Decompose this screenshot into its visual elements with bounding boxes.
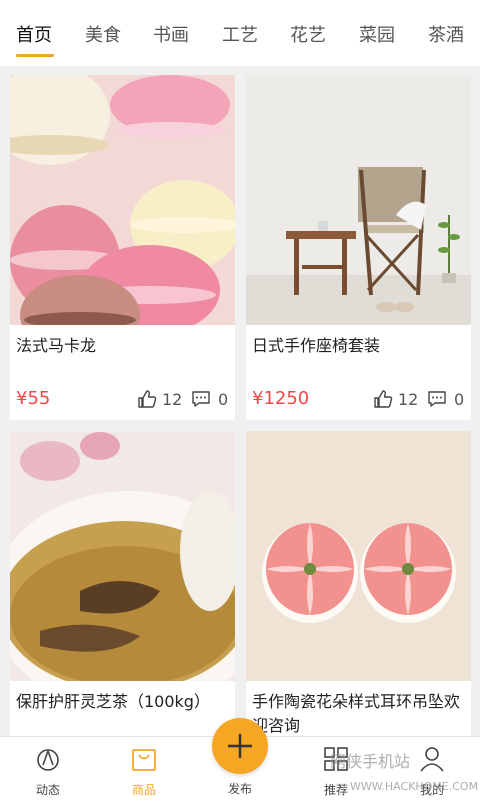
product-title: 法式马卡龙 <box>16 336 97 355</box>
plus-icon <box>228 734 252 758</box>
product-image-earrings[interactable] <box>246 431 471 681</box>
like-count-value: 12 <box>162 389 183 409</box>
product-title: 保肝护肝灵芝茶（100kg） <box>16 692 210 711</box>
active-tab-indicator <box>16 54 54 57</box>
dynamics-icon <box>37 748 59 771</box>
publish-button[interactable] <box>212 718 268 774</box>
tab-home[interactable]: 首页 <box>16 22 52 50</box>
product-card-earrings[interactable]: 手作陶瓷花朵样式耳环吊坠欢 迎咨询 <box>246 431 471 736</box>
watermark-brand: 网侠手机站 <box>330 752 411 771</box>
product-title: 手作陶瓷花朵样式耳环吊坠欢 <box>252 692 461 711</box>
tab-tea-wine[interactable]: 茶酒 <box>428 22 464 50</box>
user-icon <box>420 747 444 772</box>
tab-flowers[interactable]: 花艺 <box>290 22 326 50</box>
product-price: ¥1250 <box>252 388 310 409</box>
tab-craft[interactable]: 工艺 <box>222 22 258 50</box>
thumbs-up-icon[interactable] <box>372 388 394 410</box>
product-price: ¥55 <box>16 388 51 409</box>
tab-garden[interactable]: 菜园 <box>359 22 395 50</box>
tab-food[interactable]: 美食 <box>85 22 121 50</box>
product-card-macarons[interactable]: 法式马卡龙 ¥55 12 0 <box>10 75 235 420</box>
product-card-chair-set[interactable]: 日式手作座椅套装 ¥1250 12 0 <box>246 75 471 420</box>
watermark-url: WWW.HACKHOME.COM <box>350 780 479 793</box>
nav-dynamics-label: 动态 <box>35 783 60 797</box>
publish-label: 发布 <box>227 782 252 796</box>
comment-count[interactable]: 0 <box>190 387 228 411</box>
product-image-chair-set[interactable] <box>246 75 471 325</box>
shopping-bag-icon <box>132 749 156 771</box>
like-count-value: 12 <box>398 389 419 409</box>
product-card-tea[interactable]: 保肝护肝灵芝茶（100kg） <box>10 431 235 736</box>
comment-count[interactable]: 0 <box>426 387 464 411</box>
nav-goods[interactable]: 商品 <box>96 737 192 801</box>
product-image-macarons[interactable] <box>10 75 235 325</box>
product-image-tea[interactable] <box>10 431 235 681</box>
comment-icon[interactable] <box>426 388 448 410</box>
nav-dynamics[interactable]: 动态 <box>0 737 96 801</box>
tab-calligraphy[interactable]: 书画 <box>153 22 189 50</box>
category-tab-bar: 首页 美食 书画 工艺 花艺 菜园 茶酒 <box>0 0 480 66</box>
like-count[interactable]: 12 <box>372 387 418 411</box>
comment-icon[interactable] <box>190 388 212 410</box>
comment-count-value: 0 <box>218 389 229 409</box>
nav-goods-label: 商品 <box>131 783 156 797</box>
like-count[interactable]: 12 <box>136 387 182 411</box>
comment-count-value: 0 <box>454 389 465 409</box>
thumbs-up-icon[interactable] <box>136 388 158 410</box>
product-title: 日式手作座椅套装 <box>252 336 381 355</box>
